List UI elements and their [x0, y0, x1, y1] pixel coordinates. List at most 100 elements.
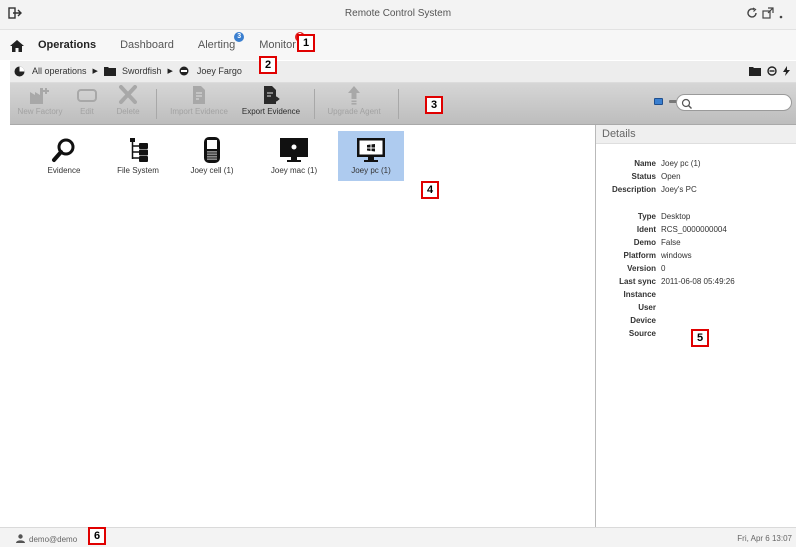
new-factory-label: New Factory	[17, 107, 63, 116]
folder-icon	[103, 66, 116, 76]
detail-key: Version	[627, 264, 656, 273]
target-icon	[179, 66, 191, 76]
detail-key: Last sync	[619, 277, 656, 286]
refresh-icon[interactable]	[746, 6, 758, 18]
mac-desktop-icon	[280, 138, 308, 162]
window-controls	[746, 6, 790, 19]
detail-key: Name	[634, 159, 656, 168]
details-panel: Details Name Joey pc (1) Status Open Descr…	[595, 125, 796, 527]
view-toggles	[654, 98, 678, 105]
mobile-phone-icon	[204, 137, 220, 163]
detail-key: Status	[631, 172, 656, 181]
folder-filter-icon[interactable]	[749, 66, 761, 78]
user-label: demo@demo	[29, 535, 78, 544]
object-grid: Evidence File System Joey cell (1) Joey …	[10, 125, 595, 527]
detail-value: Joey's PC	[661, 185, 697, 194]
nav-monitor[interactable]: Monitor2	[259, 32, 305, 51]
joey-cell-label: Joey cell (1)	[190, 166, 234, 175]
windows-desktop-icon	[357, 138, 385, 162]
alerting-badge: 3	[234, 32, 245, 42]
lightning-icon[interactable]	[783, 66, 790, 78]
file-tree-icon	[130, 138, 148, 162]
detail-row-version: Version 0	[596, 264, 665, 273]
detail-value: Desktop	[661, 212, 691, 221]
file-system-item[interactable]: File System	[106, 131, 170, 181]
toolbar-separator	[156, 89, 157, 119]
operations-icon	[14, 66, 26, 77]
current-user: demo@demo	[16, 534, 77, 545]
detail-key: User	[638, 303, 656, 312]
import-evidence-button[interactable]: Import Evidence	[166, 85, 232, 123]
status-datetime: Fri, Apr 6 13:07	[737, 534, 792, 543]
breadcrumb-joey-fargo[interactable]: Joey Fargo	[197, 66, 242, 76]
nav-bar: Operations Dashboard Alerting3 Monitor2	[0, 30, 796, 60]
upgrade-agent-label: Upgrade Agent	[327, 107, 381, 116]
target-filter-icon[interactable]	[767, 66, 777, 78]
joey-mac-item[interactable]: Joey mac (1)	[262, 131, 326, 181]
nav-alerting-label: Alerting	[197, 39, 236, 51]
nav-operations-label: Operations	[38, 39, 97, 51]
detail-value: False	[661, 238, 681, 247]
detail-value: windows	[661, 251, 692, 260]
breadcrumb-separator-icon: ▶	[167, 68, 173, 75]
detail-key: Type	[637, 212, 656, 221]
search-input[interactable]	[695, 96, 787, 109]
detail-value: 0	[661, 264, 666, 273]
upgrade-agent-button[interactable]: Upgrade Agent	[324, 85, 384, 123]
breadcrumb: All operations ▶ Swordfish ▶ Joey Fargo	[10, 61, 796, 83]
menu-icon[interactable]	[778, 6, 790, 19]
breadcrumb-swordfish[interactable]: Swordfish	[122, 66, 162, 76]
joey-mac-label: Joey mac (1)	[270, 166, 318, 175]
callout-6: 6	[88, 527, 106, 545]
detail-value: RCS_0000000004	[661, 225, 727, 234]
callout-5: 5	[691, 329, 709, 347]
joey-pc-item[interactable]: Joey pc (1)	[338, 131, 404, 181]
popout-icon[interactable]	[762, 6, 774, 19]
delete-button[interactable]: Delete	[110, 85, 146, 123]
callout-3: 3	[425, 96, 443, 114]
detail-key: Platform	[623, 251, 656, 260]
joey-cell-item[interactable]: Joey cell (1)	[180, 131, 244, 181]
detail-row-instance: Instance	[596, 290, 661, 299]
detail-row-user: User	[596, 303, 661, 312]
export-evidence-button[interactable]: Export Evidence	[238, 85, 304, 123]
detail-row-description: Description Joey's PC	[596, 185, 697, 194]
breadcrumb-all-operations[interactable]: All operations	[32, 66, 87, 76]
detail-row-demo: Demo False	[596, 238, 681, 247]
nav-alerting[interactable]: Alerting 3	[197, 32, 245, 51]
detail-row-type: Type Desktop	[596, 212, 690, 221]
detail-key: Device	[630, 316, 656, 325]
edit-button[interactable]: Edit	[72, 85, 102, 123]
detail-row-name: Name Joey pc (1)	[596, 159, 700, 168]
detail-row-device: Device	[596, 316, 661, 325]
status-bar: demo@demo Fri, Apr 6 13:07	[0, 527, 796, 547]
detail-row-platform: Platform windows	[596, 251, 692, 260]
toolbar-separator	[314, 89, 315, 119]
evidence-item[interactable]: Evidence	[32, 131, 96, 181]
detail-key: Source	[628, 329, 656, 338]
toolbar-separator	[398, 89, 399, 119]
breadcrumb-separator-icon: ▶	[92, 68, 98, 75]
magnifier-icon	[52, 138, 75, 162]
delete-label: Delete	[116, 107, 140, 116]
nav-dashboard[interactable]: Dashboard	[120, 39, 174, 51]
detail-key: Instance	[623, 290, 656, 299]
search-box	[676, 94, 792, 111]
joey-pc-label: Joey pc (1)	[351, 166, 391, 175]
callout-4: 4	[421, 181, 439, 199]
search-icon	[681, 97, 693, 109]
nav-dashboard-label: Dashboard	[120, 39, 174, 51]
breadcrumb-actions	[749, 66, 790, 78]
nav-operations[interactable]: Operations	[38, 39, 96, 51]
detail-value: 2011-06-08 05:49:26	[661, 277, 735, 286]
detail-row-ident: Ident RCS_0000000004	[596, 225, 727, 234]
home-icon[interactable]	[10, 39, 24, 52]
evidence-label: Evidence	[47, 166, 81, 175]
new-factory-button[interactable]: New Factory	[16, 85, 64, 123]
icon-view-toggle[interactable]	[654, 98, 663, 105]
export-evidence-label: Export Evidence	[241, 107, 301, 116]
detail-key: Ident	[636, 225, 656, 234]
title-bar: Remote Control System	[0, 0, 796, 30]
nav-items: Operations Dashboard Alerting3 Monitor2	[38, 32, 320, 51]
detail-key: Description	[611, 185, 656, 194]
